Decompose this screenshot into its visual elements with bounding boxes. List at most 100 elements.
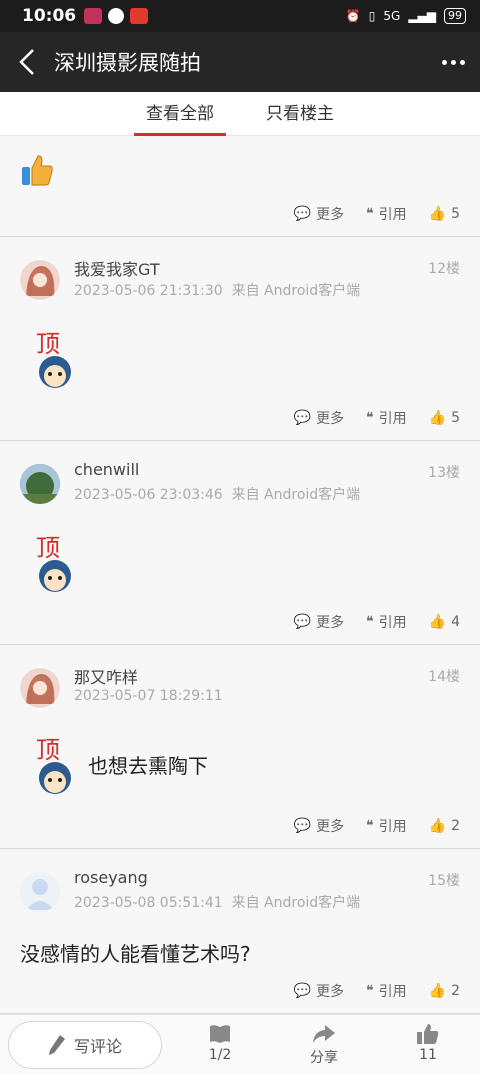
thumbs-up-icon: 👍 <box>428 818 447 834</box>
landscape-avatar-icon <box>20 464 60 504</box>
active-tab-indicator <box>134 133 226 136</box>
svg-text:顶: 顶 <box>36 534 60 562</box>
app-header: 深圳摄影展随拍 <box>0 32 480 92</box>
status-bar: 10:06 ⏰ ▯ 5G ▂▄▆ 99 <box>0 0 480 32</box>
like-button[interactable]: 👍 5 <box>429 204 460 224</box>
share-button[interactable]: 分享 <box>294 1023 354 1067</box>
like-button[interactable]: 👍 5 <box>429 408 460 428</box>
book-icon <box>210 1025 230 1043</box>
like-button[interactable]: 👍 2 <box>429 981 460 1001</box>
avatar[interactable] <box>20 464 60 504</box>
quote-button[interactable]: ❝ 引用 <box>366 408 407 428</box>
more-options-button[interactable] <box>426 32 480 92</box>
more-button[interactable]: 💬 更多 <box>294 981 344 1001</box>
page-indicator-button[interactable]: 1/2 <box>190 1023 250 1063</box>
username[interactable]: 我爱我家GT <box>74 256 160 280</box>
ding-sticker-icon: 顶 <box>36 330 71 388</box>
quote-button[interactable]: ❝ 引用 <box>366 816 407 836</box>
clock: 10:06 <box>22 6 77 26</box>
wechat-icon <box>108 8 125 24</box>
like-button[interactable]: 👍 4 <box>429 612 460 632</box>
default-user-avatar-icon <box>26 879 54 910</box>
study-app-icon <box>130 8 149 24</box>
post-item: 我爱我家GT 2023-05-06 21:31:30 来自 Android客户端… <box>0 238 480 441</box>
post-meta: 2023-05-07 18:29:11 <box>74 688 223 704</box>
like-thread-button[interactable]: 11 <box>398 1023 458 1063</box>
more-button[interactable]: 💬 更多 <box>294 408 344 428</box>
dot-icon <box>450 59 456 65</box>
thumbs-up-icon <box>417 1024 439 1044</box>
post-meta: 2023-05-06 23:03:46 来自 Android客户端 <box>74 487 361 503</box>
username[interactable]: chenwill <box>74 460 139 479</box>
vibrate-icon: ▯ <box>368 9 376 23</box>
avatar[interactable] <box>20 872 60 912</box>
avatar[interactable] <box>20 260 60 300</box>
thumbs-up-icon: 👍 <box>428 206 447 222</box>
signal-icon: ▂▄▆ <box>408 9 436 23</box>
post-item: 💬 更多 ❝ 引用 👍 5 <box>0 137 480 237</box>
comment-bubble-icon: 💬 <box>293 206 312 222</box>
more-button[interactable]: 💬 更多 <box>294 816 344 836</box>
chevron-left-icon <box>19 49 34 75</box>
quote-icon: ❝ <box>366 614 374 630</box>
floor-number: 12楼 <box>428 261 460 277</box>
anime-girl-avatar-icon <box>26 266 55 296</box>
bottom-toolbar: 写评论 1/2 分享 11 <box>0 1014 480 1074</box>
svg-text:顶: 顶 <box>36 736 60 764</box>
post-text: 也想去熏陶下 <box>88 754 208 778</box>
like-button[interactable]: 👍 2 <box>429 816 460 836</box>
thumbs-up-icon: 👍 <box>428 983 447 999</box>
post-actions: 💬 更多 ❝ 引用 👍 4 <box>294 612 460 632</box>
signal-label: 5G <box>383 9 401 23</box>
tab-label: 查看全部 <box>146 104 214 124</box>
post-actions: 💬 更多 ❝ 引用 👍 5 <box>294 204 460 224</box>
quote-icon: ❝ <box>366 818 374 834</box>
more-button[interactable]: 💬 更多 <box>294 612 344 632</box>
comment-bubble-icon: 💬 <box>293 818 312 834</box>
tab-label: 只看楼主 <box>266 104 334 124</box>
post-actions: 💬 更多 ❝ 引用 👍 5 <box>294 408 460 428</box>
alarm-icon: ⏰ <box>345 9 361 23</box>
post-item: chenwill 2023-05-06 23:03:46 来自 Android客… <box>0 442 480 645</box>
back-button[interactable] <box>0 32 54 92</box>
post-text: 没感情的人能看懂艺术吗? <box>20 942 251 966</box>
dot-icon <box>459 59 465 65</box>
quote-button[interactable]: ❝ 引用 <box>366 612 407 632</box>
battery-indicator: 99 <box>444 8 466 24</box>
app-notification-icon <box>84 8 103 24</box>
quote-icon: ❝ <box>366 410 374 426</box>
share-arrow-icon <box>313 1025 335 1043</box>
tab-op-only[interactable]: 只看楼主 <box>256 92 344 136</box>
username[interactable]: roseyang <box>74 868 148 887</box>
quote-icon: ❝ <box>366 983 374 999</box>
floor-number: 15楼 <box>428 873 460 889</box>
dot-icon <box>441 59 447 65</box>
avatar[interactable] <box>20 668 60 708</box>
post-item: roseyang 2023-05-08 05:51:41 来自 Android客… <box>0 850 480 1014</box>
post-actions: 💬 更多 ❝ 引用 👍 2 <box>294 816 460 836</box>
floor-number: 13楼 <box>428 465 460 481</box>
comment-bubble-icon: 💬 <box>293 614 312 630</box>
thumbs-up-icon: 👍 <box>428 410 447 426</box>
pencil-icon <box>48 1035 65 1055</box>
username[interactable]: 那又咋样 <box>74 664 138 688</box>
page-title: 深圳摄影展随拍 <box>54 51 201 75</box>
comment-bubble-icon: 💬 <box>293 983 312 999</box>
post-item: 那又咋样 2023-05-07 18:29:11 14楼 顶 也想去熏陶下 💬 更… <box>0 646 480 849</box>
ding-sticker-icon: 顶 <box>36 736 71 794</box>
anime-girl-avatar-icon <box>26 674 55 704</box>
svg-text:顶: 顶 <box>36 330 60 358</box>
more-button[interactable]: 💬 更多 <box>294 204 344 224</box>
ding-sticker-icon: 顶 <box>36 534 71 592</box>
thumbs-up-emoji-icon <box>22 155 53 186</box>
quote-button[interactable]: ❝ 引用 <box>366 204 407 224</box>
quote-icon: ❝ <box>366 206 374 222</box>
thumbs-up-icon: 👍 <box>428 614 447 630</box>
tab-view-all[interactable]: 查看全部 <box>134 92 226 136</box>
post-actions: 💬 更多 ❝ 引用 👍 2 <box>294 981 460 1001</box>
post-meta: 2023-05-06 21:31:30 来自 Android客户端 <box>74 283 361 299</box>
write-comment-button[interactable]: 写评论 <box>8 1021 162 1069</box>
quote-button[interactable]: ❝ 引用 <box>366 981 407 1001</box>
comment-bubble-icon: 💬 <box>293 410 312 426</box>
tab-bar: 查看全部 只看楼主 <box>0 92 480 136</box>
